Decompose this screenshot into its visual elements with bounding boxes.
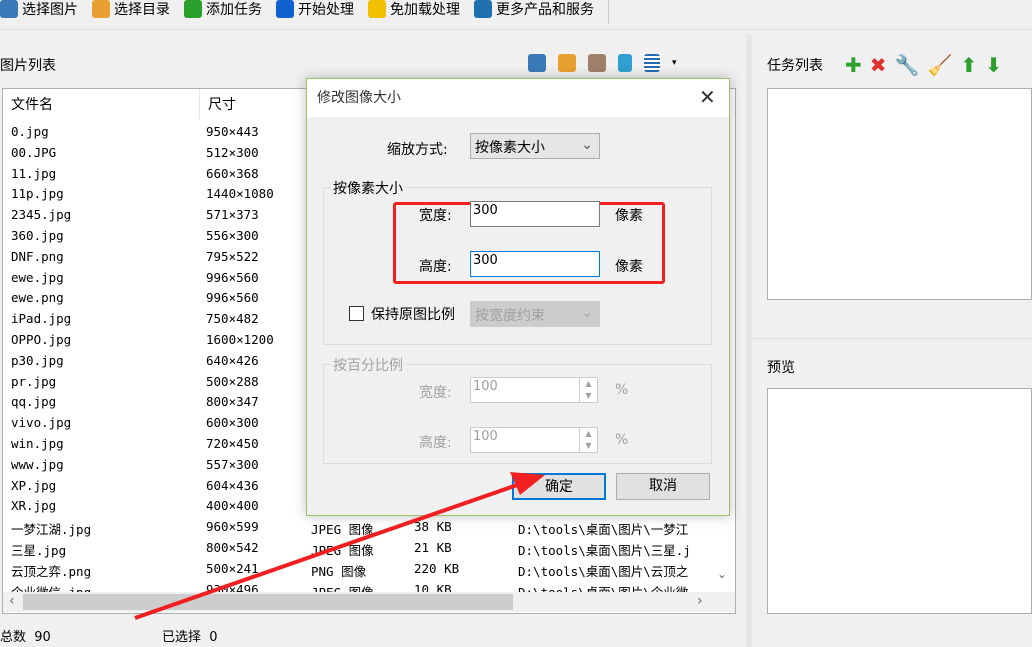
arrow-line: [134, 482, 521, 620]
red-arrow-annotation: [134, 472, 545, 620]
arrow-head: [510, 472, 545, 495]
